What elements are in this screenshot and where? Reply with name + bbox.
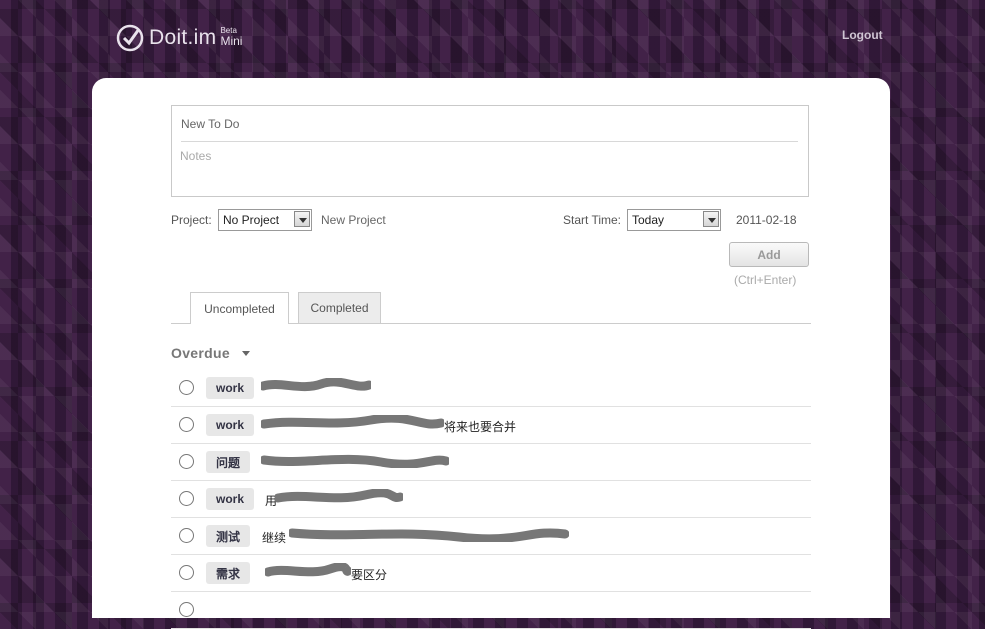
complete-checkbox[interactable]: [179, 454, 194, 469]
notes-input[interactable]: Notes: [180, 149, 211, 163]
caret-down-icon[interactable]: [241, 350, 250, 356]
task-tag[interactable]: work: [206, 377, 255, 399]
complete-checkbox[interactable]: [179, 565, 194, 580]
add-shortcut-hint: (Ctrl+Enter): [734, 273, 797, 287]
logout-link[interactable]: Logout: [842, 28, 883, 42]
project-select-value: No Project: [223, 213, 280, 227]
task-tag[interactable]: 测试: [206, 525, 251, 547]
main-panel: New To Do Notes Project: No Project New …: [92, 78, 890, 629]
logo-text: Doit.im: [149, 26, 217, 49]
check-circle-icon: [116, 24, 144, 52]
redaction-mark: [289, 528, 569, 542]
task-text[interactable]: 要区分: [351, 566, 387, 583]
tab-completed[interactable]: Completed: [298, 292, 381, 323]
task-row[interactable]: 问题: [171, 444, 811, 481]
task-text[interactable]: 将来也要合并: [444, 418, 516, 435]
section-title: Overdue: [171, 345, 230, 361]
task-list: work work 将来也要合并 问题 work 用 测试 继续 需求 要区分: [171, 370, 811, 629]
complete-checkbox[interactable]: [179, 602, 194, 617]
complete-checkbox[interactable]: [179, 380, 194, 395]
chevron-down-icon[interactable]: [294, 211, 310, 227]
task-tag[interactable]: work: [206, 488, 255, 510]
task-row[interactable]: work 用: [171, 481, 811, 518]
logo-mini: Mini: [220, 34, 243, 48]
start-time-label: Start Time:: [563, 213, 622, 227]
new-todo-form[interactable]: New To Do Notes: [171, 105, 809, 197]
chevron-down-icon[interactable]: [703, 211, 719, 227]
redaction-mark: [261, 415, 444, 429]
project-select[interactable]: No Project: [218, 209, 312, 231]
redaction-mark: [261, 378, 371, 392]
new-project-link[interactable]: New Project: [321, 213, 386, 227]
start-date: 2011-02-18: [736, 213, 797, 227]
redaction-mark: [265, 563, 351, 577]
task-row[interactable]: work 将来也要合并: [171, 407, 811, 444]
start-time-select[interactable]: Today: [627, 209, 721, 231]
doit-logo[interactable]: Doit.im Beta Mini: [115, 20, 242, 56]
complete-checkbox[interactable]: [179, 528, 194, 543]
tab-uncompleted[interactable]: Uncompleted: [190, 292, 289, 324]
complete-checkbox[interactable]: [179, 417, 194, 432]
task-row[interactable]: [171, 592, 811, 629]
start-time-select-value: Today: [632, 213, 665, 227]
project-label: Project:: [171, 213, 212, 227]
redaction-mark: [261, 454, 449, 468]
overdue-section-header[interactable]: Overdue: [171, 345, 250, 361]
new-todo-title-input[interactable]: New To Do: [181, 117, 239, 131]
task-row[interactable]: 需求 要区分: [171, 555, 811, 592]
redaction-mark: [275, 489, 403, 503]
task-row[interactable]: work: [171, 370, 811, 407]
task-text[interactable]: 继续: [262, 529, 286, 546]
task-row[interactable]: 测试 继续: [171, 518, 811, 555]
top-bar: Doit.im Beta Mini Logout: [0, 0, 985, 78]
logo-suffix: Beta Mini: [220, 26, 243, 48]
form-divider: [181, 141, 798, 142]
task-tag[interactable]: 需求: [206, 562, 251, 584]
complete-checkbox[interactable]: [179, 491, 194, 506]
task-tag[interactable]: work: [206, 414, 255, 436]
task-tag[interactable]: 问题: [206, 451, 251, 473]
add-button[interactable]: Add: [729, 242, 809, 267]
